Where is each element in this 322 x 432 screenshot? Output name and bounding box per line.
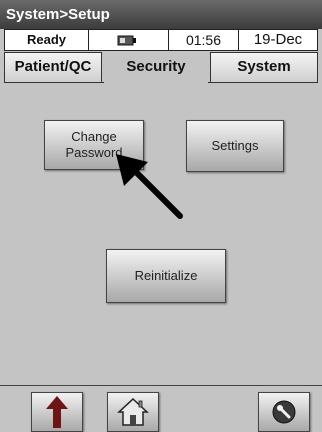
home-icon	[117, 397, 149, 426]
tab-patient-qc[interactable]: Patient/QC	[4, 52, 102, 82]
status-date: 19-Dec	[253, 31, 303, 48]
status-ready: Ready	[5, 30, 89, 50]
battery-icon	[117, 35, 136, 46]
status-time: 01:56	[169, 30, 239, 50]
status-bar: Ready 01:56 19-Dec	[4, 29, 318, 51]
tab-bar: Patient/QC Security System	[4, 52, 318, 82]
up-arrow-icon	[46, 396, 68, 428]
device-screen: System>Setup Ready 01:56 19-Dec Patient/…	[0, 0, 322, 432]
up-button[interactable]	[31, 392, 83, 432]
home-button[interactable]	[107, 392, 159, 432]
bottom-nav-bar	[0, 385, 322, 432]
tab-system[interactable]: System	[210, 52, 318, 82]
tab-security[interactable]: Security	[104, 52, 208, 82]
reinitialize-button[interactable]: Reinitialize	[106, 249, 226, 303]
window-title: System>Setup	[0, 0, 322, 29]
pointer-arrow-icon	[116, 154, 183, 219]
status-icon-cell	[89, 30, 169, 50]
change-password-label-line1: Change	[71, 129, 117, 144]
tools-button[interactable]	[258, 392, 310, 432]
wrench-icon	[272, 400, 296, 424]
tab-divider	[4, 82, 318, 83]
settings-button[interactable]: Settings	[186, 120, 284, 172]
